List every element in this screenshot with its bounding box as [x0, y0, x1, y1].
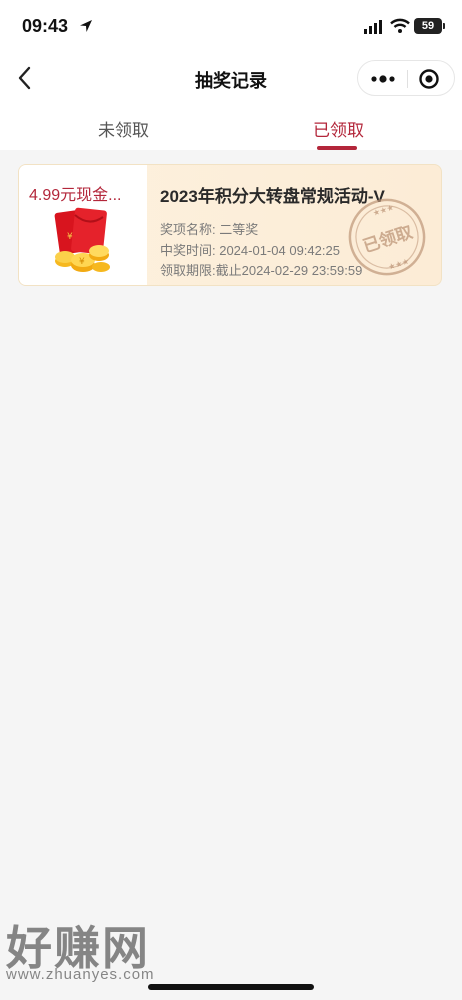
navigation-bar: 抽奖记录: [0, 56, 462, 102]
claim-deadline: 领取期限:截止2024-02-29 23:59:59: [160, 263, 363, 278]
battery-tip: [443, 23, 445, 29]
capsule-divider: [407, 70, 408, 88]
activity-title: 2023年积分大转盘常规活动-V: [160, 187, 385, 206]
prize-level: 奖项名称: 二等奖: [160, 222, 259, 237]
red-envelope-coins-icon: ¥ ¥: [54, 207, 110, 272]
close-target-icon[interactable]: [418, 68, 440, 90]
svg-text:¥: ¥: [79, 257, 85, 267]
prize-record-card[interactable]: 4.99元现金... ¥ ¥ 2023年积分大转盘常规活动-V 奖项名称: 二等…: [18, 164, 442, 286]
svg-text:★★★: ★★★: [372, 203, 395, 218]
svg-text:¥: ¥: [67, 232, 73, 242]
mini-program-capsule: [357, 60, 455, 96]
home-indicator[interactable]: [148, 984, 314, 990]
prize-panel: 4.99元现金... ¥ ¥: [19, 165, 147, 285]
watermark-url: www.zhuanyes.com: [6, 966, 155, 983]
prize-name: 4.99元现金...: [29, 187, 122, 204]
cellular-signal-icon: [364, 20, 382, 34]
status-time: 09:43: [22, 16, 69, 36]
active-tab-indicator: [317, 146, 357, 150]
more-dots-icon[interactable]: [370, 71, 396, 87]
tab-unclaimed[interactable]: 未领取: [98, 116, 149, 141]
wifi-icon: [390, 18, 410, 33]
win-time: 中奖时间: 2024-01-04 09:42:25: [160, 243, 340, 258]
tab-bar: 未领取 已领取: [0, 102, 462, 150]
status-bar: 09:43 59: [0, 0, 462, 56]
battery-indicator: 59: [414, 18, 442, 34]
tab-claimed[interactable]: 已领取: [313, 116, 364, 141]
location-arrow-icon: [80, 20, 92, 32]
